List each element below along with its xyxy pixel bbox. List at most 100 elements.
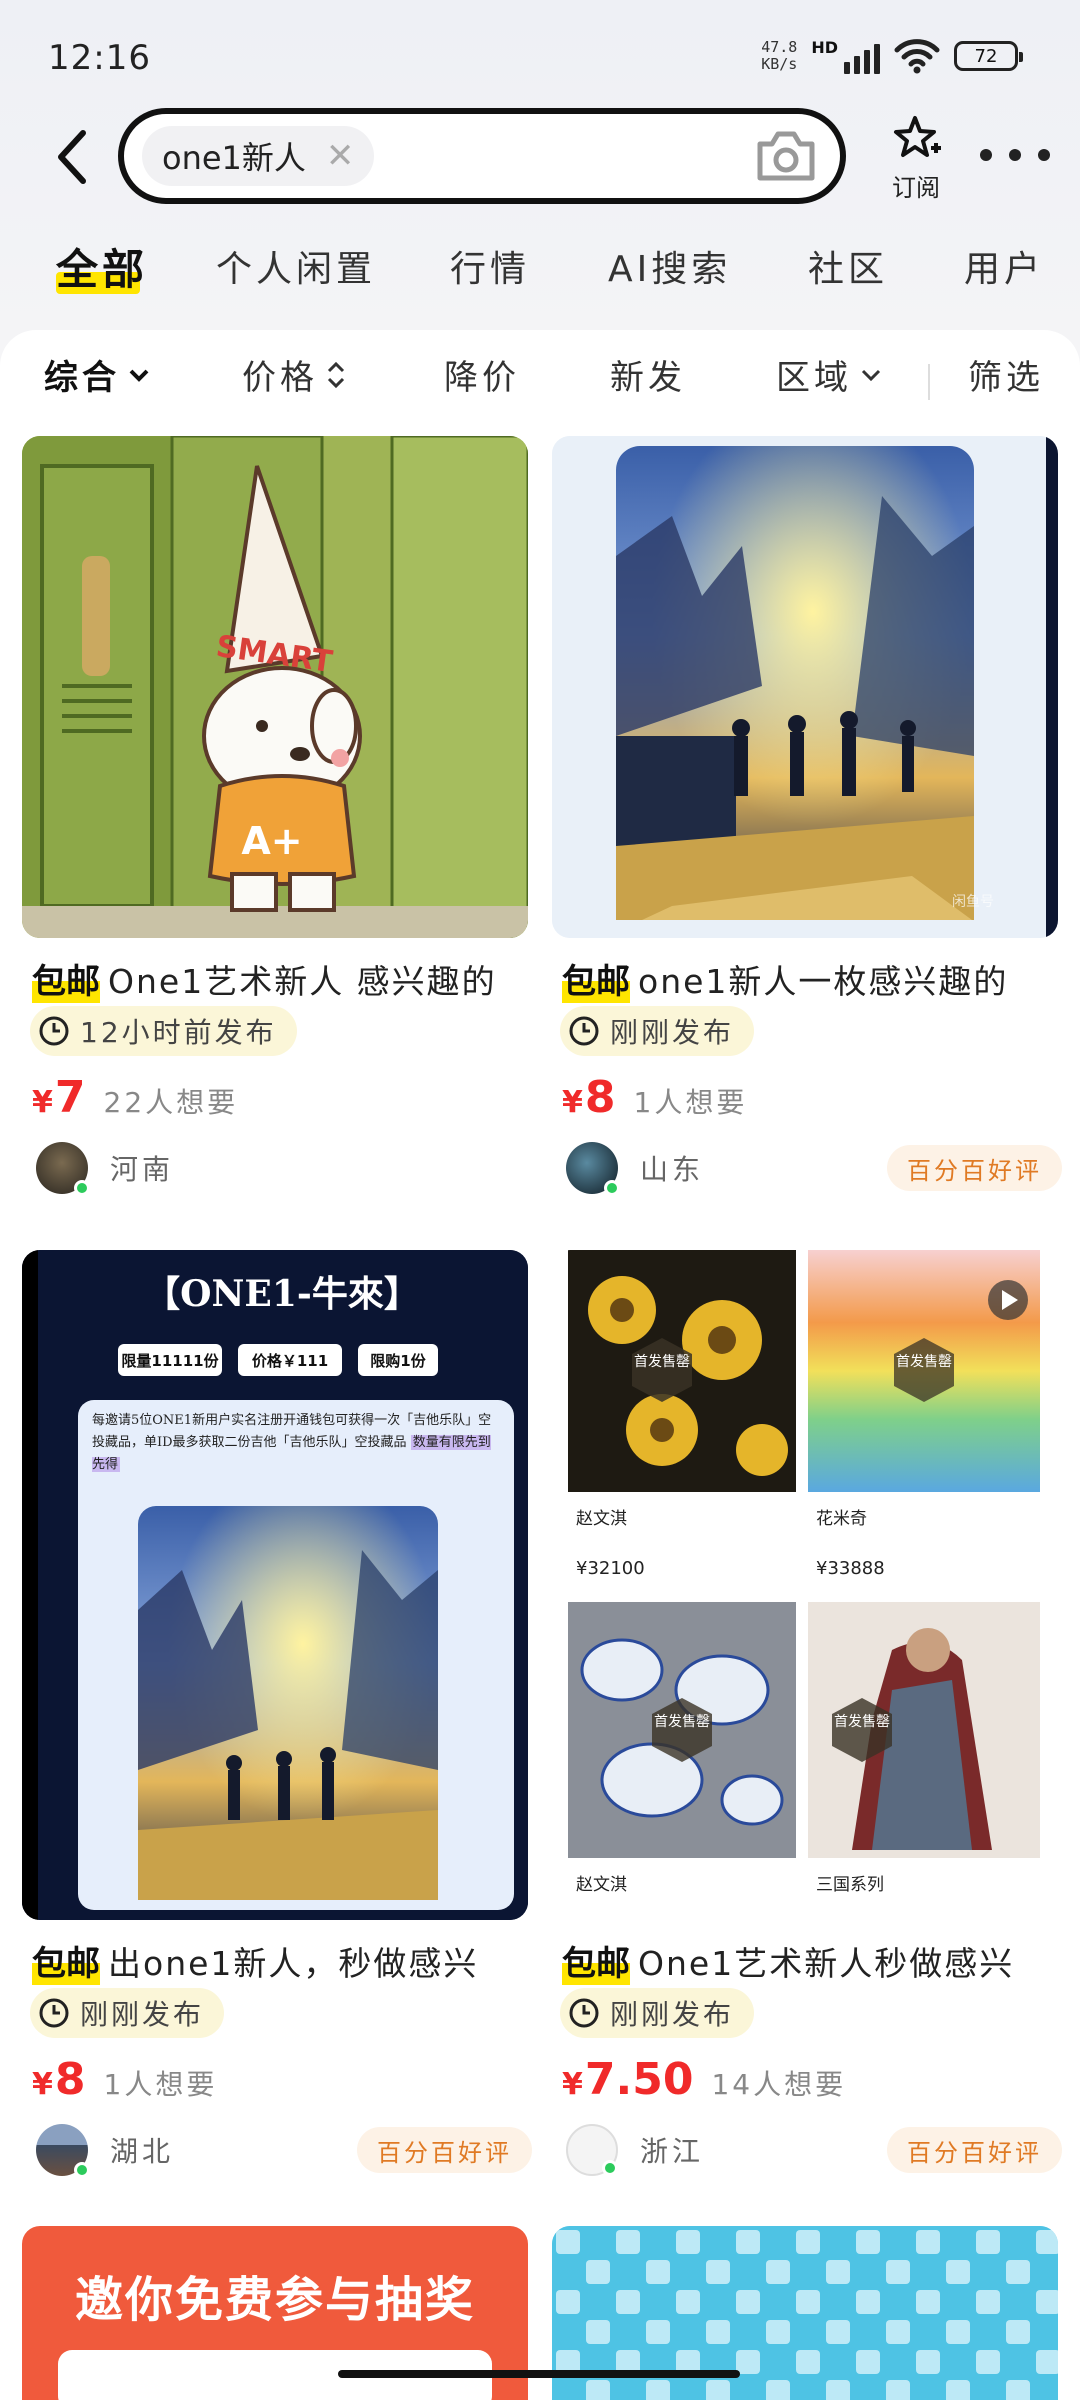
poster-title: 【ONE1-牛來】 <box>144 1273 420 1315</box>
seller-row[interactable]: 山东 百分百好评 <box>566 1138 1062 1198</box>
search-input[interactable]: one1新人 ✕ <box>118 108 846 204</box>
product-image[interactable]: 【ONE1-牛來】 限量11111份 价格￥111 限购1份 每邀请5位ONE1… <box>22 1250 528 1920</box>
back-arrow-icon <box>58 130 86 184</box>
filter-label: 综合 <box>44 358 120 398</box>
free-shipping-tag: 包邮 <box>562 1936 630 1985</box>
artwork-artist: 三国系列 <box>816 1875 884 1895</box>
seller-location: 湖北 <box>110 2135 175 2168</box>
tab-community[interactable]: 社区 <box>808 240 888 292</box>
free-shipping-tag: 包邮 <box>32 1936 100 1985</box>
rating-badge: 百分百好评 <box>887 1145 1062 1191</box>
avatar[interactable] <box>36 2124 90 2178</box>
product-card[interactable]: 闲鱼号 包邮 one1新人一枚感兴趣的 刚刚发布 ¥8 1人想要 山东 百分百好… <box>552 436 1062 1206</box>
poster-badge: 价格￥111 <box>252 1352 328 1370</box>
seller-row[interactable]: 河南 <box>36 1138 532 1198</box>
filter-label: 区域 <box>776 358 852 398</box>
price-row: ¥7 22人想要 <box>32 1072 238 1123</box>
online-status-dot <box>74 1180 90 1196</box>
avatar[interactable] <box>566 2124 618 2176</box>
filter-screen[interactable]: 筛选 <box>968 350 1044 399</box>
seller-row[interactable]: 浙江 百分百好评 <box>566 2120 1062 2180</box>
clear-query-icon[interactable]: ✕ <box>326 136 355 176</box>
subscribe-button[interactable]: 订阅 <box>882 114 950 203</box>
posted-time-text: 刚刚发布 <box>610 1998 735 2031</box>
status-icons: 47.8 KB/s HD 72 <box>761 38 1023 74</box>
status-bar: 12:16 47.8 KB/s HD 72 <box>0 0 1080 120</box>
price-value: 8 <box>584 1072 616 1123</box>
free-shipping-tag: 包邮 <box>562 954 630 1003</box>
online-status-dot <box>604 1180 620 1196</box>
battery-icon: 72 <box>954 41 1023 71</box>
filter-region[interactable]: 区域 <box>776 350 882 399</box>
status-time: 12:16 <box>48 38 151 78</box>
posted-time-tag: 刚刚发布 <box>30 1988 225 2038</box>
battery-level: 72 <box>974 45 998 67</box>
posted-time-tag: 刚刚发布 <box>560 1988 755 2038</box>
home-indicator[interactable] <box>338 2370 740 2378</box>
price-value: 7.50 <box>584 2054 694 2105</box>
more-dot-icon <box>1009 149 1021 161</box>
filter-bar: 综合 价格 降价 新发 区域 筛选 <box>0 350 1080 420</box>
back-button[interactable] <box>44 122 100 192</box>
more-dot-icon <box>980 149 992 161</box>
price-row: ¥8 1人想要 <box>562 1072 747 1123</box>
posted-time-text: 刚刚发布 <box>610 1016 735 1049</box>
band-painting-illustration: 闲鱼号 <box>552 436 1058 938</box>
filter-price[interactable]: 价格 <box>242 350 346 399</box>
product-title[interactable]: 包邮 one1新人一枚感兴趣的 <box>562 954 1062 1003</box>
filter-label: 价格 <box>242 358 318 398</box>
price: ¥8 <box>562 1072 616 1123</box>
sold-out-stamp: 首发售罄 <box>834 1714 890 1730</box>
product-title-text: One1艺术新人 感兴趣的 <box>108 961 497 1001</box>
online-status-dot <box>602 2160 618 2176</box>
seller-location: 浙江 <box>640 2135 705 2168</box>
product-image[interactable]: 闲鱼号 <box>552 436 1058 938</box>
tab-ai-search[interactable]: AI搜索 <box>608 240 731 292</box>
posted-time-tag: 刚刚发布 <box>560 1006 755 1056</box>
price: ¥7 <box>32 1072 86 1123</box>
price-row: ¥8 1人想要 <box>32 2054 217 2105</box>
tab-all[interactable]: 全部 <box>56 236 148 297</box>
artwork-artist: 赵文淇 <box>576 1875 627 1895</box>
network-speed-unit: KB/s <box>761 55 798 73</box>
filter-label: 新发 <box>610 358 686 398</box>
sort-icon <box>327 361 345 388</box>
price: ¥8 <box>32 2054 86 2105</box>
filter-label: 筛选 <box>968 358 1044 398</box>
camera-search-button[interactable] <box>754 126 818 186</box>
more-options-button[interactable] <box>980 130 1050 180</box>
tab-market[interactable]: 行情 <box>450 240 530 292</box>
filter-price-drop[interactable]: 降价 <box>444 350 520 399</box>
price-value: 7 <box>54 1072 86 1123</box>
wants-count: 1人想要 <box>103 2068 218 2101</box>
product-image[interactable]: SMART A+ <box>22 436 528 938</box>
wifi-icon <box>894 39 940 74</box>
clock-icon <box>39 1016 69 1046</box>
avatar[interactable] <box>566 1142 620 1196</box>
product-title[interactable]: 包邮 出one1新人，秒做感兴 <box>32 1936 532 1985</box>
product-image[interactable]: 首发售罄 赵文淇 ¥32100 首发售罄 花米奇 ¥33888 首发售罄 赵文淇… <box>552 1250 1058 1920</box>
tab-personal-idle[interactable]: 个人闲置 <box>216 240 376 292</box>
cell-signal-icon: HD <box>811 38 880 74</box>
more-dot-icon <box>1038 149 1050 161</box>
nft-collage-illustration: 首发售罄 赵文淇 ¥32100 首发售罄 花米奇 ¥33888 首发售罄 赵文淇… <box>552 1250 1058 1920</box>
product-title[interactable]: 包邮 One1艺术新人秒做感兴 <box>562 1936 1062 1985</box>
sold-out-stamp: 首发售罄 <box>896 1354 952 1370</box>
rating-badge: 百分百好评 <box>887 2127 1062 2173</box>
filter-divider <box>928 364 930 400</box>
wants-count: 1人想要 <box>633 1086 748 1119</box>
online-status-dot <box>74 2162 90 2178</box>
filter-comprehensive[interactable]: 综合 <box>44 350 150 399</box>
product-card[interactable]: 首发售罄 赵文淇 ¥32100 首发售罄 花米奇 ¥33888 首发售罄 赵文淇… <box>552 1250 1062 2210</box>
product-title[interactable]: 包邮 One1艺术新人 感兴趣的 <box>32 954 532 1003</box>
posted-time-text: 刚刚发布 <box>80 1998 205 2031</box>
product-card[interactable]: 【ONE1-牛來】 限量11111份 价格￥111 限购1份 每邀请5位ONE1… <box>22 1250 532 2210</box>
camera-icon <box>757 131 815 181</box>
search-query-chip[interactable]: one1新人 ✕ <box>142 126 375 186</box>
svg-text:闲鱼号: 闲鱼号 <box>952 893 994 910</box>
avatar[interactable] <box>36 1142 90 1196</box>
product-card[interactable]: SMART A+ 包邮 One1艺术新人 感兴趣的 12小时前发布 ¥7 22人… <box>22 436 528 1206</box>
tab-users[interactable]: 用户 <box>964 240 1044 292</box>
filter-new[interactable]: 新发 <box>610 350 686 399</box>
seller-row[interactable]: 湖北 百分百好评 <box>36 2120 532 2180</box>
